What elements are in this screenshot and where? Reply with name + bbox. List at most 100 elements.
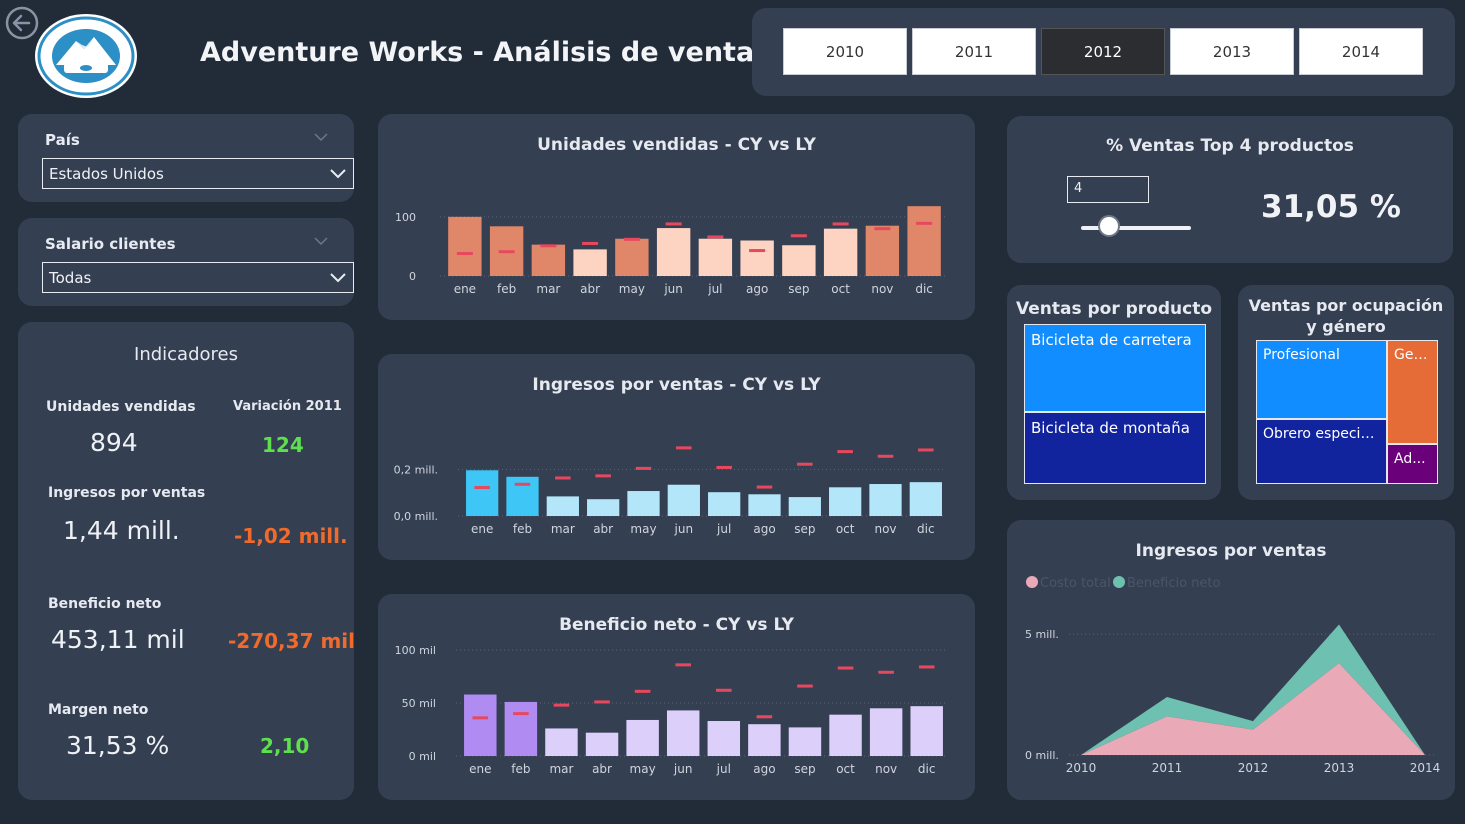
ly-marker-mar[interactable] — [555, 476, 571, 480]
ly-marker-jun[interactable] — [675, 663, 692, 667]
x-tick-label: may — [619, 282, 645, 296]
bar-nov[interactable] — [865, 225, 900, 276]
ly-marker-may[interactable] — [635, 466, 652, 470]
bar-sep[interactable] — [788, 727, 822, 756]
ly-marker-sep[interactable] — [790, 234, 807, 238]
bar-nov[interactable] — [869, 708, 903, 756]
bar-ago[interactable] — [748, 724, 781, 756]
country-dropdown-value: Estados Unidos — [49, 164, 164, 183]
bar-jul[interactable] — [708, 492, 741, 516]
x-tick-label: ene — [469, 762, 491, 776]
ly-marker-jun[interactable] — [676, 446, 692, 450]
bar-nov[interactable] — [869, 484, 902, 516]
ly-marker-mar[interactable] — [540, 244, 557, 248]
ly-marker-ago[interactable] — [756, 485, 773, 489]
x-tick-label: mar — [549, 762, 573, 776]
ly-marker-sep[interactable] — [797, 684, 813, 688]
ly-marker-ene[interactable] — [474, 486, 490, 490]
bar-oct[interactable] — [829, 714, 862, 756]
chevron-down-icon[interactable] — [314, 132, 328, 142]
ly-marker-feb[interactable] — [513, 712, 529, 716]
y-tick-label: 0 mil — [409, 750, 436, 763]
salary-label: Salario clientes — [45, 235, 176, 253]
country-dropdown[interactable]: Estados Unidos — [42, 158, 354, 189]
product-sales-title: Ventas por producto — [1015, 299, 1213, 319]
bar-ago[interactable] — [740, 240, 774, 277]
top-n-slider-handle[interactable] — [1097, 215, 1120, 237]
year-button-2012[interactable]: 2012 — [1041, 28, 1165, 75]
ly-marker-abr[interactable] — [594, 700, 610, 704]
bar-may[interactable] — [615, 238, 649, 276]
ly-marker-dic[interactable] — [916, 221, 933, 225]
ly-marker-jun[interactable] — [665, 222, 682, 226]
chevron-down-icon[interactable] — [314, 236, 328, 246]
bar-abr[interactable] — [573, 249, 607, 276]
bar-dic[interactable] — [909, 482, 942, 516]
year-button-2014[interactable]: 2014 — [1299, 28, 1423, 75]
ly-marker-oct[interactable] — [832, 222, 849, 226]
bar-jun[interactable] — [656, 228, 691, 276]
bar-mar[interactable] — [546, 496, 579, 516]
ly-marker-mar[interactable] — [553, 703, 570, 707]
ly-marker-feb[interactable] — [514, 482, 531, 486]
ly-marker-abr[interactable] — [595, 474, 611, 478]
bar-ene[interactable] — [466, 470, 499, 516]
top4-value: 31,05 % — [1261, 189, 1401, 225]
top-n-input[interactable]: 4 — [1067, 176, 1149, 203]
ly-marker-ago[interactable] — [756, 715, 773, 719]
ly-marker-jul[interactable] — [707, 235, 724, 239]
bar-mar[interactable] — [545, 728, 578, 756]
ly-marker-nov[interactable] — [874, 227, 891, 231]
bar-jul[interactable] — [707, 721, 741, 756]
bar-may[interactable] — [626, 719, 659, 756]
bar-ago[interactable] — [748, 494, 781, 516]
ly-marker-jul[interactable] — [716, 465, 732, 469]
x-tick-label: 2013 — [1324, 761, 1355, 775]
bar-oct[interactable] — [823, 228, 858, 276]
bar-mar[interactable] — [531, 244, 566, 276]
treemap-cell-mountain-bike[interactable]: Bicicleta de montaña — [1024, 412, 1206, 484]
bar-feb[interactable] — [506, 476, 539, 516]
treemap-cell-admin[interactable]: Ad... — [1387, 444, 1438, 484]
year-button-2013[interactable]: 2013 — [1170, 28, 1294, 75]
ly-marker-sep[interactable] — [797, 462, 813, 466]
ly-marker-ene[interactable] — [456, 252, 473, 256]
ly-marker-ago[interactable] — [749, 249, 766, 253]
bar-ene[interactable] — [448, 216, 482, 276]
ly-marker-dic[interactable] — [918, 448, 934, 452]
bar-dic[interactable] — [910, 706, 943, 756]
units-chart-card: Unidades vendidas - CY vs LY 0 100 ene feb m… — [378, 114, 975, 320]
ly-marker-nov[interactable] — [877, 454, 894, 458]
bar-feb[interactable] — [504, 701, 538, 756]
bar-sep[interactable] — [782, 245, 816, 276]
ly-marker-feb[interactable] — [498, 250, 515, 254]
ly-marker-may[interactable] — [623, 237, 640, 241]
salary-dropdown[interactable]: Todas — [42, 262, 354, 293]
bar-jun[interactable] — [666, 710, 700, 756]
year-button-2011[interactable]: 2011 — [912, 28, 1036, 75]
ly-marker-may[interactable] — [634, 689, 651, 693]
ly-marker-dic[interactable] — [918, 665, 935, 669]
ly-marker-oct[interactable] — [837, 450, 853, 454]
bar-jun[interactable] — [667, 484, 700, 516]
bar-oct[interactable] — [829, 487, 862, 516]
ly-marker-abr[interactable] — [582, 241, 599, 245]
ly-marker-nov[interactable] — [878, 670, 894, 674]
bar-ene[interactable] — [464, 694, 497, 756]
bar-abr[interactable] — [585, 732, 619, 756]
bar-may[interactable] — [627, 491, 660, 516]
x-tick-label: ene — [471, 522, 493, 536]
bar-jul[interactable] — [698, 238, 733, 276]
treemap-cell-management[interactable]: Gest... — [1387, 340, 1438, 444]
ly-marker-jul[interactable] — [715, 688, 732, 692]
units-chart: 0 100 ene feb mar abr may jun jul ago sep oct nov dic — [395, 206, 945, 296]
year-button-2010[interactable]: 2010 — [783, 28, 907, 75]
ly-marker-oct[interactable] — [837, 666, 854, 670]
bar-sep[interactable] — [788, 497, 821, 516]
bar-dic[interactable] — [907, 206, 941, 276]
treemap-cell-professional[interactable]: Profesional — [1256, 340, 1387, 419]
bar-abr[interactable] — [587, 499, 620, 516]
treemap-cell-road-bike[interactable]: Bicicleta de carretera — [1024, 324, 1206, 412]
ly-marker-ene[interactable] — [472, 716, 489, 720]
treemap-cell-skilled-worker[interactable]: Obrero especial... — [1256, 419, 1387, 484]
